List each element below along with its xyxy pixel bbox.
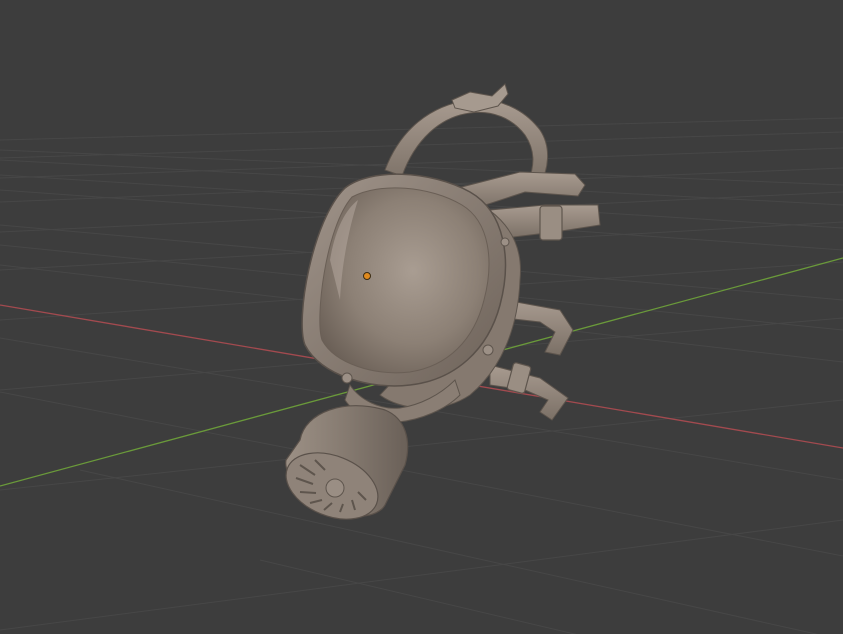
object-origin-dot[interactable]	[363, 272, 371, 280]
gas-mask-model[interactable]	[276, 83, 601, 532]
3d-viewport[interactable]	[0, 0, 843, 634]
rim-bolt	[500, 237, 510, 247]
rim-bolt	[341, 372, 353, 384]
rim-bolt	[482, 344, 494, 356]
strap-buckle-right	[539, 205, 563, 241]
viewport-canvas[interactable]	[0, 0, 843, 634]
filter-center	[325, 478, 345, 498]
